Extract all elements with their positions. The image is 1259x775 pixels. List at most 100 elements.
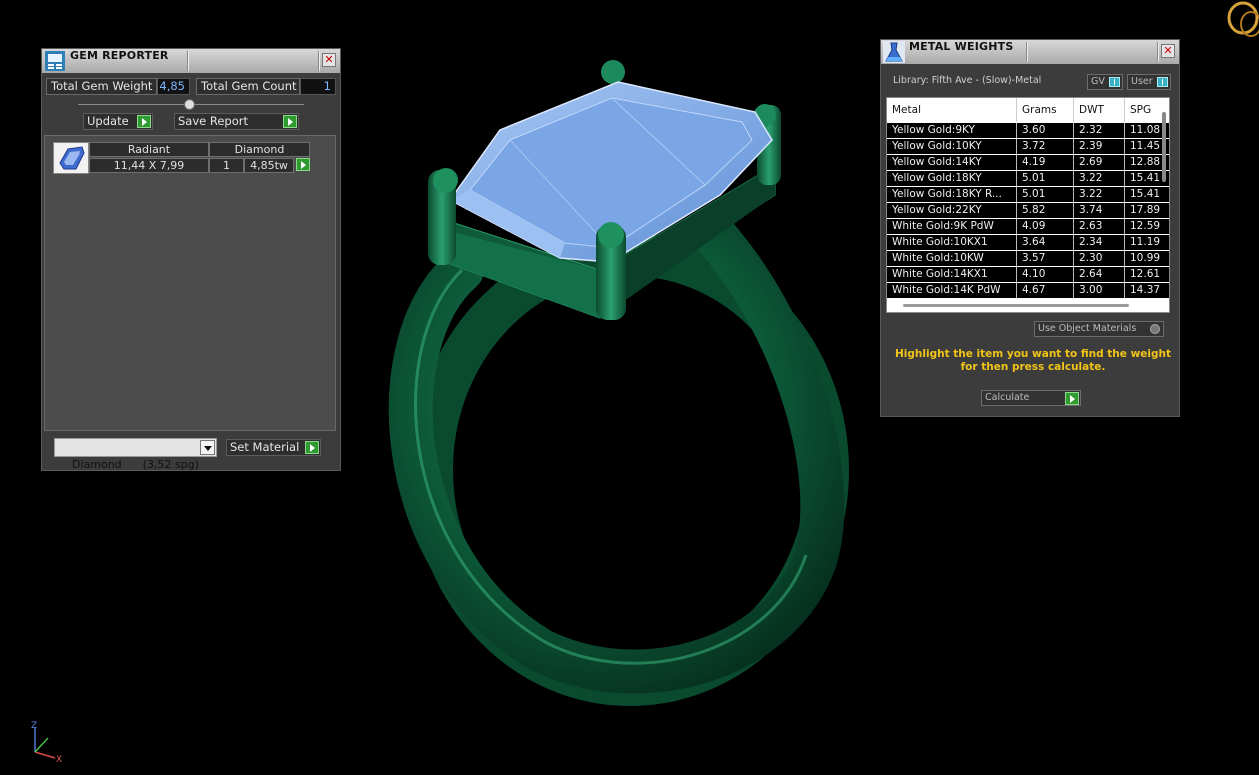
vertical-scrollbar[interactable]: [1162, 112, 1166, 182]
spg-cell: 11.19: [1125, 235, 1169, 250]
use-object-materials-toggle[interactable]: Use Object Materials: [1034, 321, 1164, 337]
metal-name-cell: White Gold:14K PdW: [887, 283, 1017, 298]
total-gem-weight-label: Total Gem Weight: [46, 78, 157, 95]
gem-reporter-titlebar[interactable]: GEM REPORTER ✕: [42, 49, 340, 73]
spg-cell: 17.89: [1125, 203, 1169, 218]
gem-row-go-button[interactable]: [294, 158, 310, 173]
ring-model[interactable]: [388, 60, 849, 706]
metal-row[interactable]: Yellow Gold:22KY 5.82 3.74 17.89: [887, 203, 1169, 219]
play-arrow-icon: [1065, 392, 1079, 405]
metal-name-cell: White Gold:10KW: [887, 251, 1017, 266]
grams-cell: 3.60: [1017, 123, 1074, 138]
spg-cell: 14.37: [1125, 283, 1169, 298]
grams-cell: 4.67: [1017, 283, 1074, 298]
material-select-value: Diamond (3,52 spg): [72, 458, 199, 471]
metal-row[interactable]: White Gold:14KX1 4.10 2.64 12.61: [887, 267, 1169, 283]
set-material-button[interactable]: Set Material: [226, 439, 321, 456]
column-header-metal[interactable]: Metal: [887, 98, 1017, 122]
gem-weight: 4,85tw: [244, 158, 294, 173]
spg-cell: 10.99: [1125, 251, 1169, 266]
calculate-button[interactable]: Calculate: [981, 390, 1081, 406]
title-grip: [318, 51, 320, 71]
dwt-cell: 2.34: [1074, 235, 1125, 250]
metal-row[interactable]: Yellow Gold:18KY R... 5.01 3.22 15.41: [887, 187, 1169, 203]
prong: [601, 60, 625, 84]
user-toggle[interactable]: User: [1127, 74, 1171, 90]
metal-row[interactable]: Yellow Gold:10KY 3.72 2.39 11.45: [887, 139, 1169, 155]
dwt-cell: 2.64: [1074, 267, 1125, 282]
calculate-hint: Highlight the item you want to find the …: [895, 348, 1171, 373]
grams-cell: 3.72: [1017, 139, 1074, 154]
library-label: Library: Fifth Ave - (Slow)-Metal: [893, 75, 1042, 86]
metal-row[interactable]: Yellow Gold:18KY 5.01 3.22 15.41: [887, 171, 1169, 187]
horizontal-scrollbar[interactable]: [903, 304, 1129, 307]
dwt-cell: 2.69: [1074, 155, 1125, 170]
spg-cell: 12.61: [1125, 267, 1169, 282]
gem-reporter-panel: GEM REPORTER ✕ Total Gem Weight 4,85 Tot…: [41, 48, 341, 471]
grams-cell: 5.01: [1017, 187, 1074, 202]
gem-thumbnail-icon: [53, 142, 89, 174]
column-header-dwt[interactable]: DWT: [1074, 98, 1125, 122]
set-material-button-label: Set Material: [230, 440, 300, 454]
play-arrow-icon: [137, 115, 151, 128]
metal-name-cell: Yellow Gold:14KY: [887, 155, 1017, 170]
dwt-cell: 3.74: [1074, 203, 1125, 218]
close-icon[interactable]: ✕: [322, 53, 336, 67]
metal-weights-titlebar[interactable]: METAL WEIGHTS ✕: [881, 40, 1179, 64]
axis-x-label: X: [56, 755, 62, 765]
gv-toggle[interactable]: GV: [1087, 74, 1123, 90]
save-report-button[interactable]: Save Report: [174, 113, 299, 130]
material-select[interactable]: Diamond (3,52 spg): [54, 438, 217, 471]
metal-row[interactable]: Yellow Gold:14KY 4.19 2.69 12.88: [887, 155, 1169, 171]
gem-reporter-title: GEM REPORTER: [70, 49, 169, 62]
metal-name-cell: White Gold:10KX1: [887, 235, 1017, 250]
close-icon[interactable]: ✕: [1161, 44, 1175, 58]
metal-row[interactable]: White Gold:14K PdW 4.67 3.00 14.37: [887, 283, 1169, 299]
metal-name-cell: Yellow Gold:18KY: [887, 171, 1017, 186]
column-header-grams[interactable]: Grams: [1017, 98, 1074, 122]
toggle-icon: [1109, 77, 1120, 87]
axis-triad: Z X: [31, 721, 62, 765]
use-object-materials-label: Use Object Materials: [1038, 323, 1137, 334]
dwt-cell: 2.30: [1074, 251, 1125, 266]
play-arrow-icon: [283, 115, 297, 128]
gem-reporter-icon: [44, 50, 66, 72]
title-grip: [1026, 42, 1028, 62]
gem-size: 11,44 X 7,99: [89, 158, 209, 173]
gv-toggle-label: GV: [1091, 76, 1105, 87]
metal-name-cell: Yellow Gold:9KY: [887, 123, 1017, 138]
total-gem-count-value: 1: [300, 78, 336, 95]
metal-row[interactable]: White Gold:9K PdW 4.09 2.63 12.59: [887, 219, 1169, 235]
metal-name-cell: Yellow Gold:18KY R...: [887, 187, 1017, 202]
grams-cell: 4.19: [1017, 155, 1074, 170]
user-toggle-label: User: [1131, 76, 1153, 87]
dwt-cell: 3.00: [1074, 283, 1125, 298]
metal-weights-flask-icon: [883, 41, 905, 63]
play-arrow-icon: [305, 441, 319, 454]
grams-cell: 3.64: [1017, 235, 1074, 250]
gem-shape: Radiant: [89, 142, 209, 157]
gem-count: 1: [209, 158, 244, 173]
update-button[interactable]: Update: [83, 113, 153, 130]
splitter-handle[interactable]: [78, 99, 304, 110]
metal-row[interactable]: Yellow Gold:9KY 3.60 2.32 11.08: [887, 123, 1169, 139]
metal-name-cell: White Gold:9K PdW: [887, 219, 1017, 234]
dropdown-arrow-icon: [200, 440, 215, 455]
dwt-cell: 2.32: [1074, 123, 1125, 138]
metal-row[interactable]: White Gold:10KW 3.57 2.30 10.99: [887, 251, 1169, 267]
grams-cell: 4.09: [1017, 219, 1074, 234]
grams-cell: 5.82: [1017, 203, 1074, 218]
gem-material: Diamond: [209, 142, 310, 157]
metal-table[interactable]: Metal Grams DWT SPG Yellow Gold:9KY 3.60 2…: [886, 97, 1170, 313]
toggle-icon: [1157, 77, 1168, 87]
dwt-cell: 2.39: [1074, 139, 1125, 154]
metal-row[interactable]: White Gold:10KX1 3.64 2.34 11.19: [887, 235, 1169, 251]
metal-weights-panel: METAL WEIGHTS ✕ Library: Fifth Ave - (Sl…: [880, 39, 1180, 417]
rings-logo-icon[interactable]: [1227, 1, 1259, 37]
grams-cell: 5.01: [1017, 171, 1074, 186]
title-grip: [1157, 42, 1159, 62]
radio-icon: [1150, 324, 1160, 334]
gem-list: Radiant Diamond 11,44 X 7,99 1 4,85tw: [44, 135, 336, 431]
spg-cell: 15.41: [1125, 187, 1169, 202]
title-grip: [187, 51, 189, 71]
